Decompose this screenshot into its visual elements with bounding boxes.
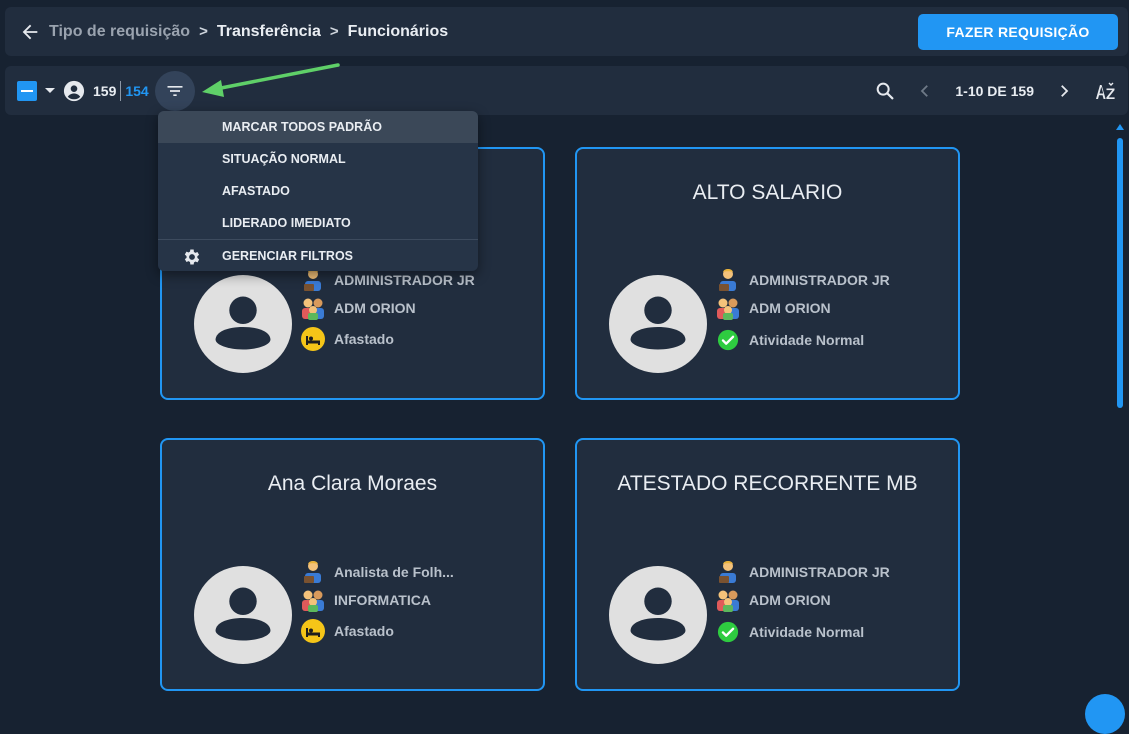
avatar-placeholder-icon [194, 275, 292, 373]
employee-status: Atividade Normal [715, 619, 864, 645]
make-request-button[interactable]: FAZER REQUISIÇÃO [918, 14, 1118, 50]
avatar-placeholder-icon [194, 566, 292, 664]
department-text: ADM ORION [749, 300, 831, 316]
employee-card[interactable]: ATESTADO RECORRENTE MB ADMINISTRADOR JR … [575, 438, 960, 691]
department-text: INFORMATICA [334, 592, 431, 608]
filter-icon [167, 85, 183, 96]
employee-status: Afastado [300, 326, 394, 352]
annotation-arrow [202, 63, 340, 97]
menu-item-mark-all-default[interactable]: MARCAR TODOS PADRÃO [158, 111, 478, 143]
menu-item-normal-status[interactable]: SITUAÇÃO NORMAL [158, 143, 478, 175]
employee-department: ADM ORION [715, 587, 831, 613]
status-text: Afastado [334, 331, 394, 347]
selected-count: 154 [125, 82, 149, 99]
scrollbar-thumb[interactable] [1117, 138, 1123, 408]
select-dropdown-icon[interactable] [45, 88, 55, 93]
worker-icon [300, 559, 326, 585]
team-icon [715, 295, 741, 321]
team-icon [300, 587, 326, 613]
department-text: ADM ORION [334, 300, 416, 316]
employee-status: Atividade Normal [715, 327, 864, 353]
breadcrumb-item-request-type[interactable]: Tipo de requisição [49, 23, 190, 41]
team-icon [300, 295, 326, 321]
employee-role: Analista de Folh... [300, 559, 454, 585]
employee-name: ALTO SALARIO [692, 181, 843, 204]
worker-icon [715, 559, 741, 585]
status-text: Atividade Normal [749, 624, 865, 640]
previous-page-button[interactable] [913, 79, 937, 103]
list-toolbar: 159 154 1-10 DE 159 [5, 66, 1128, 115]
check-circle-icon [715, 619, 741, 645]
employee-role: ADMINISTRADOR JR [715, 267, 890, 293]
pagination-info: 1-10 DE 159 [955, 82, 1034, 99]
employee-department: INFORMATICA [300, 587, 431, 613]
top-bar: Tipo de requisição > Transferência > Fun… [5, 7, 1128, 56]
employee-name: Ana Clara Moraes [267, 472, 438, 495]
count-divider [120, 80, 122, 101]
employee-card[interactable]: ALTO SALARIO ADMINISTRADOR JR ADM ORION … [575, 147, 960, 400]
manage-filters-label: GERENCIAR FILTROS [222, 248, 354, 263]
status-text: Afastado [334, 623, 394, 639]
gear-icon [184, 249, 200, 265]
menu-item-direct-report[interactable]: LIDERADO IMEDIATO [158, 207, 478, 239]
search-button[interactable] [873, 79, 897, 103]
worker-icon [715, 267, 741, 293]
role-text: ADMINISTRADOR JR [334, 272, 475, 288]
team-icon [715, 587, 741, 613]
role-text: ADMINISTRADOR JR [749, 564, 890, 580]
role-text: Analista de Folh... [334, 564, 454, 580]
employee-department: ADM ORION [300, 295, 416, 321]
az-sort-icon [1096, 82, 1115, 99]
back-arrow-icon[interactable] [19, 21, 41, 43]
department-text: ADM ORION [749, 592, 831, 608]
breadcrumb-item-transfer[interactable]: Transferência [217, 23, 321, 41]
search-icon [877, 82, 894, 99]
select-all-checkbox[interactable] [17, 80, 37, 101]
employee-card[interactable]: Ana Clara Moraes Analista de Folh... INF… [160, 438, 545, 691]
chevron-right-icon [1061, 84, 1069, 97]
person-circle-icon [63, 80, 85, 101]
breadcrumb-separator: > [329, 23, 339, 40]
check-circle-icon [715, 327, 741, 353]
avatar-placeholder-icon [609, 275, 707, 373]
employee-status: Afastado [300, 618, 394, 644]
menu-item-manage-filters[interactable]: GERENCIAR FILTROS [158, 240, 478, 271]
sort-button[interactable] [1094, 79, 1118, 103]
scroll-up-arrow-icon[interactable] [1116, 124, 1124, 130]
menu-item-on-leave[interactable]: AFASTADO [158, 175, 478, 207]
total-count: 159 [93, 82, 117, 99]
bed-icon [300, 618, 326, 644]
bed-icon [300, 326, 326, 352]
floating-action-button[interactable] [1085, 694, 1125, 734]
employee-name: ATESTADO RECORRENTE MB [617, 472, 918, 495]
role-text: ADMINISTRADOR JR [749, 272, 890, 288]
breadcrumb-separator: > [199, 23, 208, 40]
employee-role: ADMINISTRADOR JR [715, 559, 890, 585]
status-text: Atividade Normal [749, 332, 865, 348]
employee-department: ADM ORION [715, 295, 831, 321]
filter-menu: MARCAR TODOS PADRÃO SITUAÇÃO NORMAL AFAS… [158, 111, 478, 271]
vertical-scrollbar[interactable] [1114, 124, 1126, 725]
breadcrumb: Tipo de requisição > Transferência > Fun… [19, 7, 448, 56]
next-page-button[interactable] [1052, 79, 1076, 103]
chevron-left-icon [921, 84, 929, 97]
breadcrumb-item-employees: Funcionários [347, 22, 449, 40]
avatar-placeholder-icon [609, 566, 707, 664]
filter-button[interactable] [154, 70, 195, 111]
